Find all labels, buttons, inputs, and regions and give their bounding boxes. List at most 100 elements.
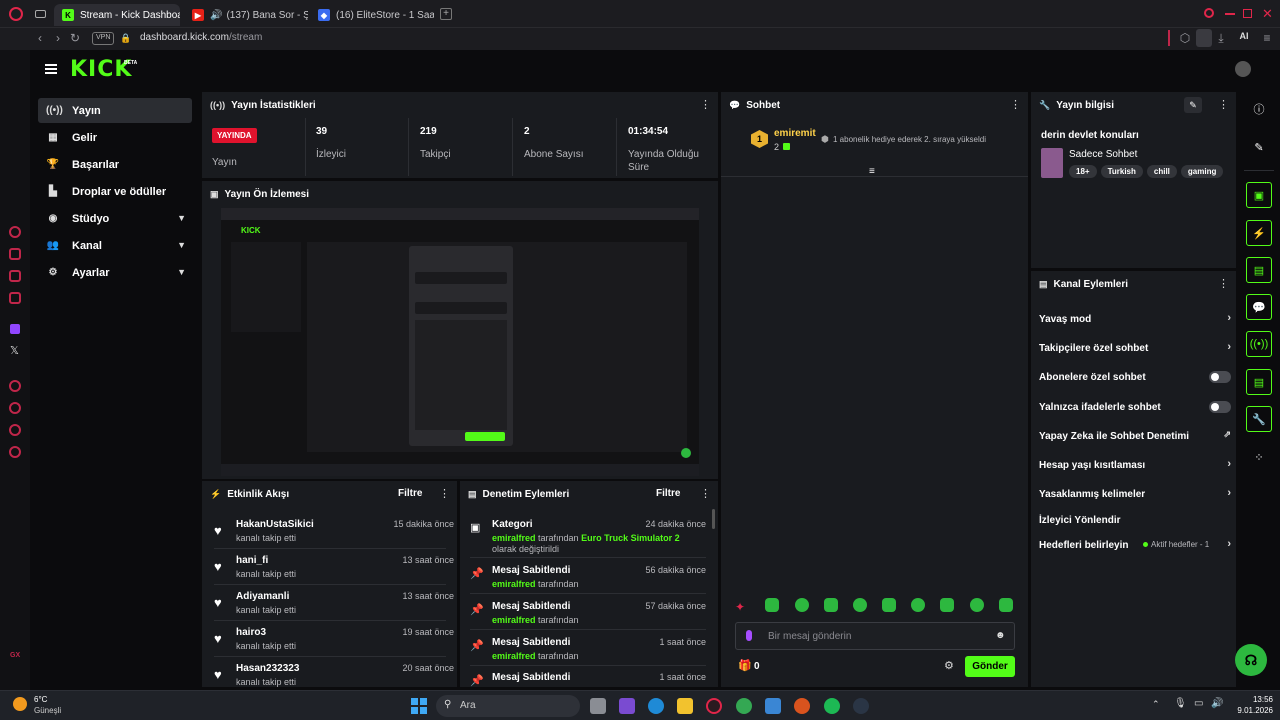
action-goals[interactable]: Hedefleri belirleyin Aktif hedefler - 1 › <box>1039 535 1231 555</box>
url-field[interactable]: dashboard.kick.com/stream <box>140 32 262 43</box>
gx-icon[interactable]: GX <box>10 652 20 659</box>
emote-icon[interactable] <box>765 598 779 612</box>
emote-icon[interactable] <box>999 598 1013 612</box>
category-name[interactable]: Sadece Sohbet <box>1069 149 1137 160</box>
hamburger-menu-icon[interactable] <box>45 64 57 74</box>
sidebar-item-basarilar[interactable]: 🏆 Başarılar <box>38 152 192 177</box>
more-options-icon[interactable]: ⋮ <box>1218 278 1229 290</box>
more-options-icon[interactable]: ⋮ <box>700 488 711 500</box>
tag[interactable]: Turkish <box>1100 165 1143 178</box>
spotify-icon[interactable] <box>824 698 840 714</box>
clock-time[interactable]: 13:56 <box>1237 695 1273 704</box>
send-button[interactable]: Gönder <box>965 656 1015 677</box>
new-tab-button[interactable]: + <box>440 8 452 20</box>
aria-icon[interactable] <box>9 226 21 238</box>
tab-overview-icon[interactable] <box>35 10 46 18</box>
volume-icon[interactable]: 🔊 <box>1211 698 1223 709</box>
chat-settings-icon[interactable]: ⚙ <box>944 659 954 672</box>
bolt-icon[interactable]: ⚡ <box>1246 220 1272 246</box>
chrome-icon[interactable] <box>736 698 752 714</box>
sidebar-item-droplar[interactable]: ▙ Droplar ve ödüller <box>38 179 192 204</box>
stream-preview-video[interactable]: KICK <box>221 208 699 476</box>
action-ai-moderation[interactable]: Yapay Zeka ile Sohbet Denetimi ⇗ <box>1039 426 1231 446</box>
moderator-name[interactable]: emiralfred <box>492 615 536 625</box>
emote-icon[interactable] <box>853 598 867 612</box>
chat-icon[interactable]: 💬 <box>1246 294 1272 320</box>
action-host[interactable]: İzleyici Yönlendir <box>1039 510 1231 530</box>
mail-icon[interactable] <box>9 292 21 304</box>
filter-button[interactable]: Filtre <box>656 488 680 499</box>
scrollbar[interactable] <box>712 509 715 529</box>
sidebar-item-ayarlar[interactable]: ⚙ Ayarlar ▼ <box>38 260 192 285</box>
maximize-button[interactable] <box>1243 9 1252 18</box>
edit-button[interactable]: ✎ <box>1184 97 1202 113</box>
pinned-username[interactable]: emiremit <box>774 128 816 139</box>
opera-logo-icon[interactable] <box>9 7 23 21</box>
opera-gx-icon[interactable] <box>706 698 722 714</box>
clock-date[interactable]: 9.01.2026 <box>1230 706 1273 715</box>
file-explorer-icon[interactable] <box>677 698 693 714</box>
more-options-icon[interactable]: ⋮ <box>700 99 711 111</box>
tab-kick-dashboard[interactable]: K Stream - Kick Dashboard <box>54 4 180 26</box>
mic-icon[interactable] <box>746 630 752 641</box>
follower-name[interactable]: hairo3 <box>236 627 266 638</box>
weather-icon[interactable] <box>13 697 27 711</box>
moderator-name[interactable]: emiralfred <box>492 579 536 589</box>
tag[interactable]: chill <box>1146 165 1177 178</box>
ai-icon[interactable]: AI <box>1234 31 1254 41</box>
emote-icon[interactable] <box>940 598 954 612</box>
moderator-name[interactable]: emiralfred <box>492 651 536 661</box>
emote-icon[interactable] <box>882 598 896 612</box>
sidebar-item-kanal[interactable]: 👥 Kanal ▼ <box>38 233 192 258</box>
help-button[interactable]: ☊ <box>1235 644 1267 676</box>
mic-tray-icon[interactable]: 🎙 <box>1174 698 1187 709</box>
history-icon[interactable] <box>9 402 21 414</box>
action-account-age[interactable]: Hesap yaşı kısıtlaması › <box>1039 455 1231 475</box>
follower-name[interactable]: HakanUstaSikici <box>236 519 314 530</box>
start-button[interactable] <box>411 698 427 714</box>
task-view-icon[interactable] <box>590 698 606 714</box>
follower-name[interactable]: Adiyamanli <box>236 591 289 602</box>
sidebar-item-gelir[interactable]: ▦ Gelir <box>38 125 192 150</box>
more-options-icon[interactable]: ⋮ <box>439 488 450 500</box>
browser-menu-icon[interactable]: ≡ <box>1260 31 1274 45</box>
minimize-button[interactable] <box>1225 13 1235 15</box>
action-banned-words[interactable]: Yasaklanmış kelimeler › <box>1039 484 1231 504</box>
wrench-icon[interactable]: 🔧 <box>1246 406 1272 432</box>
tab-youtube[interactable]: ▶ 🔊 (137) Bana Sor - Şahin <box>184 4 308 26</box>
more-options-icon[interactable]: ⋮ <box>1010 99 1021 111</box>
extensions-icon[interactable]: ⬡ <box>1178 31 1192 45</box>
pencil-icon[interactable]: ✎ <box>1246 134 1272 160</box>
taskbar-search[interactable]: ⚲ Ara <box>436 695 580 717</box>
category-thumbnail[interactable] <box>1041 148 1063 178</box>
sidebar-item-studyo[interactable]: ◉ Stüdyo ▼ <box>38 206 192 231</box>
tab-elitestore[interactable]: ◆ (16) EliteStore - 1 Saat - 10 <box>310 4 434 26</box>
actions-icon[interactable]: ▤ <box>1246 369 1272 395</box>
game-app-icon[interactable] <box>794 698 810 714</box>
more-options-icon[interactable]: ⋮ <box>1218 99 1229 111</box>
tag[interactable]: gaming <box>1180 165 1224 178</box>
emotes-only-toggle[interactable] <box>1209 401 1231 413</box>
vpn-badge[interactable]: VPN <box>92 32 115 45</box>
gift-points-icon[interactable]: 🎁 <box>738 659 752 672</box>
action-slow-mode[interactable]: Yavaş mod › <box>1039 309 1231 329</box>
action-followers-only[interactable]: Takipçilere özel sohbet › <box>1039 338 1231 358</box>
ms-store-icon[interactable] <box>765 698 781 714</box>
emote-icon[interactable] <box>824 598 838 612</box>
back-icon[interactable]: ‹ <box>33 31 47 45</box>
emoji-icon[interactable]: ☻ <box>995 630 1006 641</box>
category-name[interactable]: Euro Truck Simulator 2 <box>581 533 680 543</box>
pinned-message[interactable]: 1 emiremit 2 ⬢ 1 abonelik hediye ederek … <box>751 128 1021 154</box>
player-icon[interactable] <box>9 380 21 392</box>
emote-icon[interactable]: ✦ <box>735 600 745 614</box>
download-icon[interactable]: ⤓ <box>1214 31 1228 46</box>
network-icon[interactable]: ▭ <box>1194 698 1203 709</box>
preview-toggle-icon[interactable]: ▣ <box>1246 182 1272 208</box>
pinboard-icon[interactable] <box>9 424 21 436</box>
moderator-name[interactable]: emiralfred <box>492 533 536 543</box>
messenger-icon[interactable] <box>9 248 21 260</box>
document-icon[interactable]: ▤ <box>1246 257 1272 283</box>
add-widget-icon[interactable]: ⁘ <box>1246 444 1272 470</box>
info-icon[interactable]: ⓘ <box>1246 96 1272 122</box>
emote-icon[interactable] <box>795 598 809 612</box>
